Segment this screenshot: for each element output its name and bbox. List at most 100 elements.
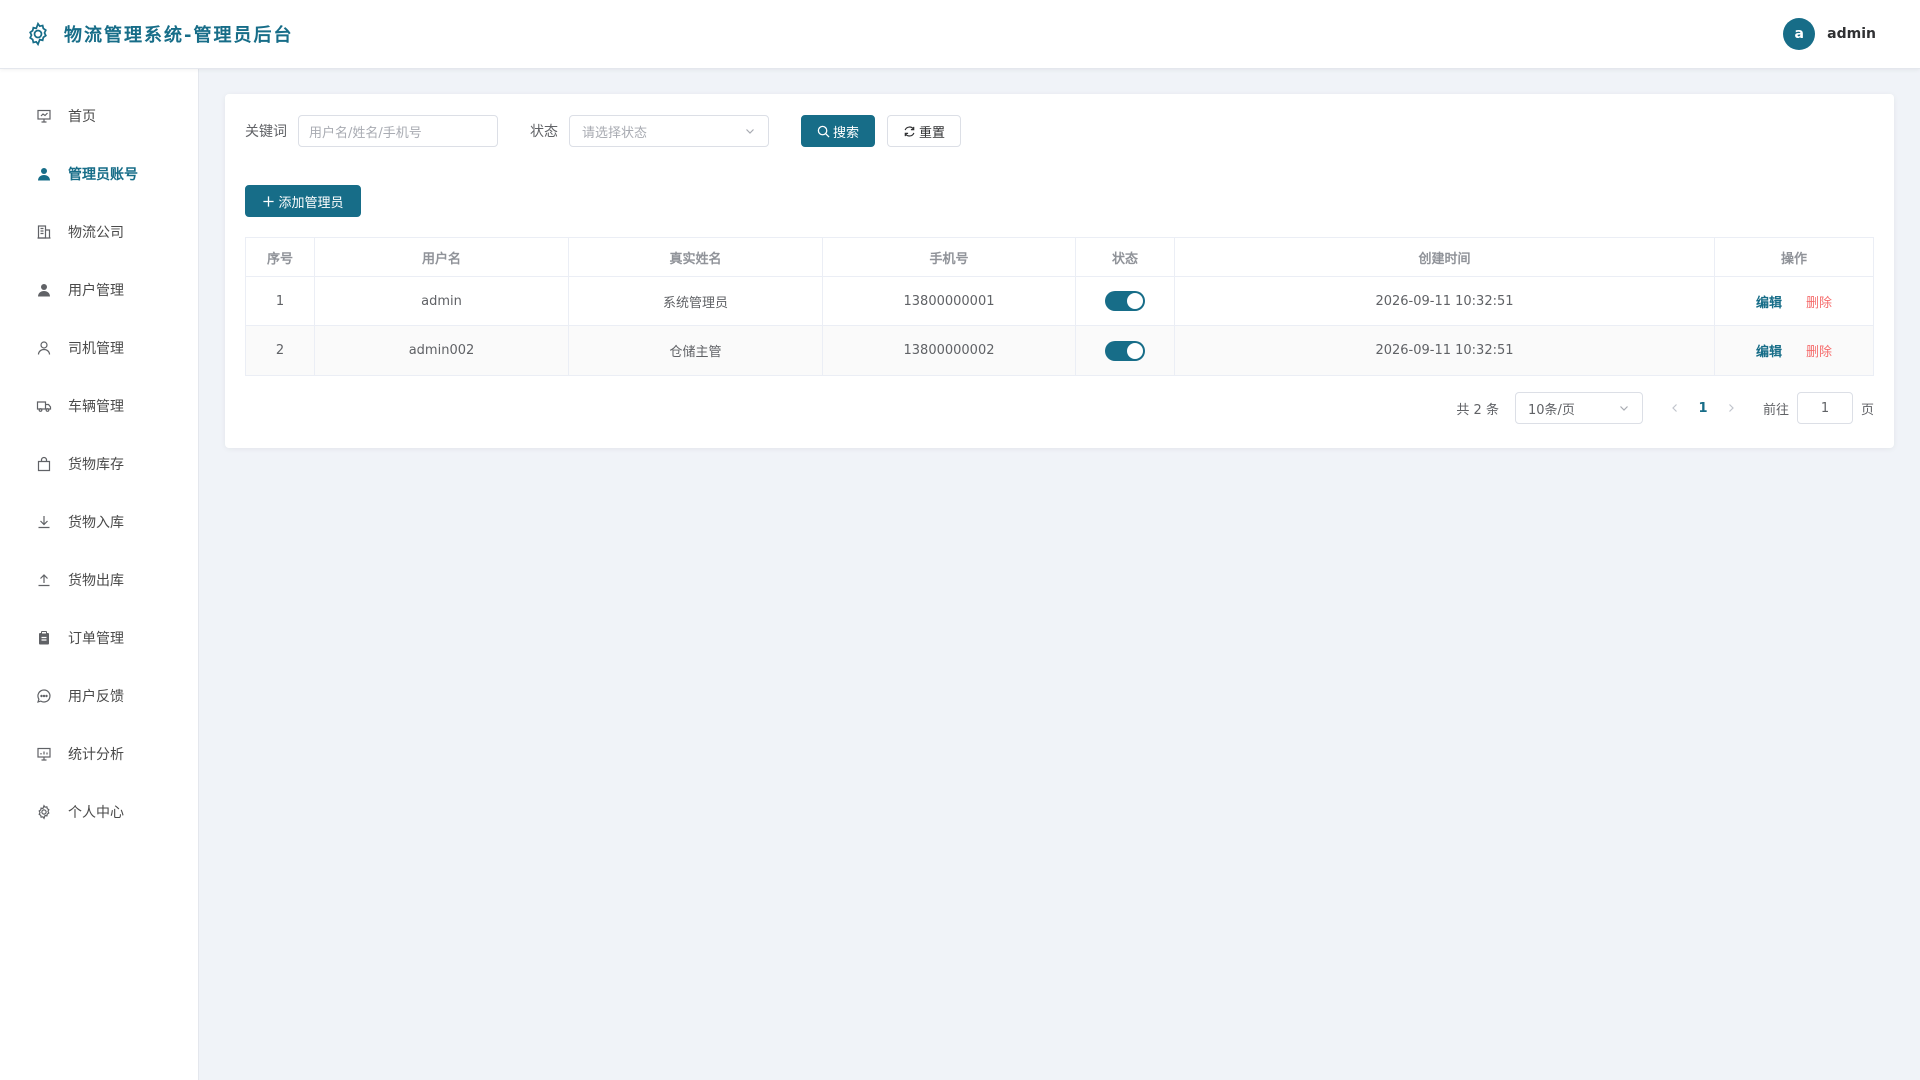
sidebar-item-label: 货物出库 <box>68 573 124 589</box>
user-outline-icon <box>35 339 53 357</box>
chevron-left-icon <box>1672 404 1677 412</box>
status-label: 状态 <box>530 124 558 140</box>
page-number[interactable]: 1 <box>1687 392 1719 424</box>
column-header-index: 序号 <box>246 238 315 276</box>
plus-icon <box>262 195 275 208</box>
cell-phone: 13800000002 <box>823 326 1076 375</box>
sidebar-item-label: 用户管理 <box>68 283 124 299</box>
admin-table: 序号 用户名 真实姓名 手机号 状态 创建时间 操作 1 admin 系统管理员… <box>245 237 1874 376</box>
user-filled-icon <box>35 281 53 299</box>
bag-icon <box>35 455 53 473</box>
building-icon <box>35 223 53 241</box>
sidebar-item-label: 货物库存 <box>68 457 124 473</box>
sidebar-item-label: 用户反馈 <box>68 689 124 705</box>
search-button[interactable]: 搜索 <box>801 115 875 147</box>
sidebar: 首页 管理员账号 物流公司 用户管理 司机管理 车辆管理 货物库存 货物入库 货… <box>0 69 199 1080</box>
sidebar-item-label: 物流公司 <box>68 225 124 241</box>
column-header-phone: 手机号 <box>823 238 1076 276</box>
page-size-value: 10条/页 <box>1527 402 1575 418</box>
cell-status <box>1076 326 1175 375</box>
sidebar-item-logistics-company[interactable]: 物流公司 <box>0 203 198 261</box>
gear-icon <box>25 21 51 47</box>
sidebar-item-label: 统计分析 <box>68 747 124 763</box>
sidebar-item-label: 个人中心 <box>68 805 124 821</box>
column-header-created: 创建时间 <box>1175 238 1715 276</box>
avatar[interactable]: a <box>1783 18 1816 50</box>
dashboard-icon <box>35 107 53 125</box>
column-header-actions: 操作 <box>1780 251 1807 267</box>
cell-created: 2026-09-11 10:32:51 <box>1175 326 1715 375</box>
column-header-status: 状态 <box>1076 238 1175 276</box>
cell-index: 2 <box>246 326 315 375</box>
truck-icon <box>35 397 53 415</box>
sidebar-item-label: 订单管理 <box>68 631 124 647</box>
reset-button-label: 重置 <box>918 125 945 141</box>
cell-status <box>1076 277 1175 325</box>
chart-board-icon <box>35 745 53 763</box>
goto-page-input[interactable]: 1 <box>1796 392 1853 424</box>
cell-real-name: 仓储主管 <box>569 326 823 375</box>
reset-button[interactable]: 重置 <box>887 115 961 147</box>
sidebar-item-user-management[interactable]: 用户管理 <box>0 261 198 319</box>
gear-icon <box>35 803 53 821</box>
cell-index: 1 <box>246 277 315 325</box>
page-suffix: 页 <box>1860 402 1874 418</box>
cell-username: admin <box>315 277 569 325</box>
refresh-icon <box>903 125 916 138</box>
add-admin-label: 添加管理员 <box>278 195 344 211</box>
edit-link[interactable]: 编辑 <box>1756 341 1782 360</box>
status-toggle[interactable] <box>1105 340 1145 361</box>
sidebar-item-order-management[interactable]: 订单管理 <box>0 609 198 667</box>
cell-phone: 13800000001 <box>823 277 1076 325</box>
status-select[interactable]: 请选择状态 <box>569 115 769 147</box>
upload-icon <box>35 571 53 589</box>
cell-actions: 编辑 删除 <box>1715 326 1873 375</box>
chevron-down-icon <box>1618 402 1630 414</box>
keyword-label: 关键词 <box>245 124 287 140</box>
top-header: 物流管理系统-管理员后台 a admin <box>0 0 1920 69</box>
delete-link[interactable]: 删除 <box>1806 341 1832 360</box>
sidebar-item-user-feedback[interactable]: 用户反馈 <box>0 667 198 725</box>
status-placeholder: 请选择状态 <box>582 125 648 141</box>
sidebar-item-vehicle-management[interactable]: 车辆管理 <box>0 377 198 435</box>
sidebar-item-label: 首页 <box>68 109 96 125</box>
chevron-down-icon <box>744 125 756 137</box>
edit-link[interactable]: 编辑 <box>1756 292 1782 311</box>
chevron-right-icon <box>1729 404 1734 412</box>
status-toggle[interactable] <box>1105 291 1145 311</box>
search-form: 关键词 用户名/姓名/手机号 状态 请选择状态 搜索 重置 <box>245 115 961 147</box>
pagination: 共 2 条 10条/页 1 前往 1 页 <box>1456 392 1874 424</box>
table-row: 2 admin002 仓储主管 13800000002 2026-09-11 1… <box>246 326 1873 375</box>
sidebar-item-goods-outbound[interactable]: 货物出库 <box>0 551 198 609</box>
goto-label: 前往 <box>1762 402 1789 418</box>
search-icon <box>817 125 830 138</box>
admin-list-card: 关键词 用户名/姓名/手机号 状态 请选择状态 搜索 重置 添加管理员 序号 用… <box>225 94 1894 448</box>
sidebar-item-label: 车辆管理 <box>68 399 124 415</box>
sidebar-item-driver-management[interactable]: 司机管理 <box>0 319 198 377</box>
user-menu[interactable]: a admin <box>1783 18 1895 50</box>
table-row: 1 admin 系统管理员 13800000001 2026-09-11 10:… <box>246 277 1873 326</box>
sidebar-item-home[interactable]: 首页 <box>0 87 198 145</box>
page-size-select[interactable]: 10条/页 <box>1514 392 1643 424</box>
prev-page-button[interactable] <box>1663 392 1687 424</box>
sidebar-item-admin-accounts[interactable]: 管理员账号 <box>0 145 198 203</box>
cell-actions: 编辑 删除 <box>1715 277 1873 325</box>
table-header-row: 序号 用户名 真实姓名 手机号 状态 创建时间 操作 <box>246 238 1873 277</box>
sidebar-item-inventory[interactable]: 货物库存 <box>0 435 198 493</box>
column-header-username: 用户名 <box>315 238 569 276</box>
sidebar-item-goods-inbound[interactable]: 货物入库 <box>0 493 198 551</box>
sidebar-item-personal-center[interactable]: 个人中心 <box>0 783 198 841</box>
keyword-input[interactable]: 用户名/姓名/手机号 <box>298 115 498 147</box>
app-title: 物流管理系统-管理员后台 <box>64 25 294 46</box>
add-admin-button[interactable]: 添加管理员 <box>245 185 361 217</box>
sidebar-item-statistics[interactable]: 统计分析 <box>0 725 198 783</box>
cell-created: 2026-09-11 10:32:51 <box>1175 277 1715 325</box>
username[interactable]: admin <box>1827 26 1876 42</box>
chat-icon <box>35 687 53 705</box>
keyword-placeholder: 用户名/姓名/手机号 <box>309 125 422 141</box>
sidebar-item-label: 管理员账号 <box>68 167 138 183</box>
delete-link[interactable]: 删除 <box>1806 292 1832 311</box>
cell-real-name: 系统管理员 <box>569 277 823 325</box>
column-header-real-name: 真实姓名 <box>569 238 823 276</box>
next-page-button[interactable] <box>1719 392 1743 424</box>
